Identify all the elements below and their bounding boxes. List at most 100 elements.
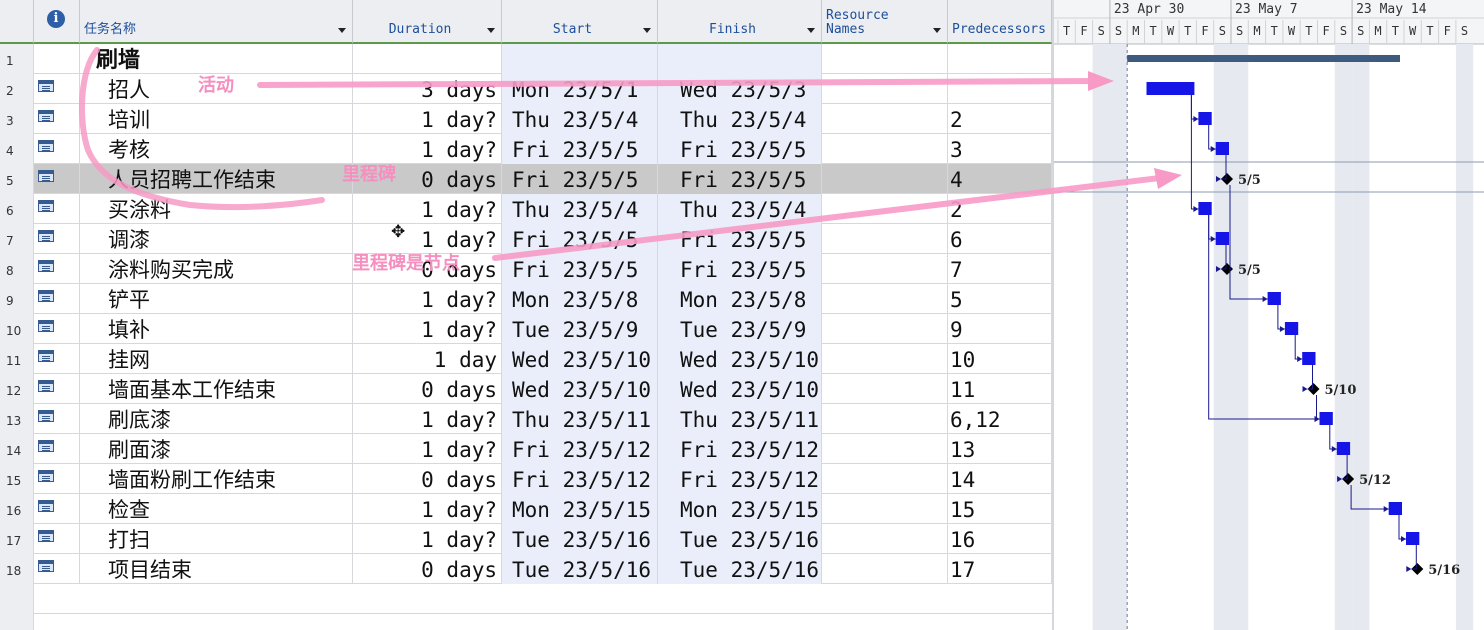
predecessors-cell[interactable]: 9	[948, 314, 1052, 344]
task-row[interactable]: 4 考核 1 day? Fri 23/5/5 Fri 23/5/5 3	[0, 134, 1052, 164]
row-number[interactable]: 5	[0, 164, 34, 194]
finish-cell[interactable]: Wed 23/5/10	[658, 344, 822, 374]
predecessors-cell[interactable]	[948, 74, 1052, 104]
resource-names-cell[interactable]	[822, 314, 948, 344]
predecessors-cell[interactable]: 5	[948, 284, 1052, 314]
finish-cell[interactable]: Wed 23/5/3	[658, 74, 822, 104]
task-name-cell[interactable]: 墙面粉刷工作结束	[80, 464, 353, 494]
finish-cell[interactable]: Tue 23/5/16	[658, 524, 822, 554]
predecessors-cell[interactable]: 2	[948, 194, 1052, 224]
predecessors-cell[interactable]: 6,12	[948, 404, 1052, 434]
resource-names-cell[interactable]	[822, 224, 948, 254]
start-cell[interactable]: Fri 23/5/12	[502, 464, 658, 494]
task-name-cell[interactable]: 调漆	[80, 224, 353, 254]
task-name-cell[interactable]: 买涂料	[80, 194, 353, 224]
task-row[interactable]: 7 调漆 1 day? Fri 23/5/5 Fri 23/5/5 6	[0, 224, 1052, 254]
predecessors-header[interactable]: Predecessors	[948, 0, 1052, 44]
duration-cell[interactable]: 1 day?	[353, 404, 502, 434]
row-number[interactable]: 12	[0, 374, 34, 404]
duration-cell[interactable]: 1 day?	[353, 194, 502, 224]
resource-names-cell[interactable]	[822, 554, 948, 584]
row-number[interactable]: 11	[0, 344, 34, 374]
task-name-cell[interactable]: 打扫	[80, 524, 353, 554]
duration-cell[interactable]: 1 day?	[353, 524, 502, 554]
duration-cell[interactable]: 1 day?	[353, 314, 502, 344]
row-number[interactable]: 2	[0, 74, 34, 104]
dropdown-arrow-icon[interactable]	[338, 28, 346, 33]
start-cell[interactable]: Mon 23/5/8	[502, 284, 658, 314]
start-cell[interactable]: Mon 23/5/15	[502, 494, 658, 524]
row-number[interactable]: 3	[0, 104, 34, 134]
resource-names-cell[interactable]	[822, 404, 948, 434]
task-name-cell[interactable]: 刷面漆	[80, 434, 353, 464]
duration-cell[interactable]	[353, 44, 502, 74]
resource-names-cell[interactable]	[822, 374, 948, 404]
finish-cell[interactable]: Mon 23/5/15	[658, 494, 822, 524]
dropdown-arrow-icon[interactable]	[933, 28, 941, 33]
predecessors-cell[interactable]: 17	[948, 554, 1052, 584]
row-number[interactable]: 9	[0, 284, 34, 314]
row-number[interactable]: 18	[0, 554, 34, 584]
predecessors-cell[interactable]: 4	[948, 164, 1052, 194]
resource-names-cell[interactable]	[822, 104, 948, 134]
task-name-cell[interactable]: 考核	[80, 134, 353, 164]
start-cell[interactable]: Fri 23/5/12	[502, 434, 658, 464]
predecessors-cell[interactable]: 16	[948, 524, 1052, 554]
resource-names-cell[interactable]	[822, 524, 948, 554]
predecessors-cell[interactable]: 3	[948, 134, 1052, 164]
row-number[interactable]: 1	[0, 44, 34, 74]
task-row[interactable]: 2 招人 3 days Mon 23/5/1 Wed 23/5/3	[0, 74, 1052, 104]
task-row[interactable]: 17 打扫 1 day? Tue 23/5/16 Tue 23/5/16 16	[0, 524, 1052, 554]
finish-cell[interactable]: Fri 23/5/12	[658, 464, 822, 494]
finish-cell[interactable]: Mon 23/5/8	[658, 284, 822, 314]
task-row[interactable]: 5 人员招聘工作结束 0 days Fri 23/5/5 Fri 23/5/5 4	[0, 164, 1052, 194]
row-number[interactable]: 16	[0, 494, 34, 524]
task-row[interactable]: 16 检查 1 day? Mon 23/5/15 Mon 23/5/15 15	[0, 494, 1052, 524]
start-cell[interactable]: Fri 23/5/5	[502, 224, 658, 254]
finish-cell[interactable]: Fri 23/5/5	[658, 134, 822, 164]
task-name-cell[interactable]: 人员招聘工作结束	[80, 164, 353, 194]
start-cell[interactable]	[502, 44, 658, 74]
duration-cell[interactable]: 1 day?	[353, 494, 502, 524]
dropdown-arrow-icon[interactable]	[643, 28, 651, 33]
row-number[interactable]: 15	[0, 464, 34, 494]
finish-cell[interactable]: Fri 23/5/5	[658, 224, 822, 254]
task-row[interactable]: 15 墙面粉刷工作结束 0 days Fri 23/5/12 Fri 23/5/12 14	[0, 464, 1052, 494]
resource-names-cell[interactable]	[822, 434, 948, 464]
duration-cell[interactable]: 0 days	[353, 554, 502, 584]
resource-names-cell[interactable]	[822, 134, 948, 164]
row-number[interactable]: 10	[0, 314, 34, 344]
empty-row[interactable]	[0, 614, 1052, 630]
task-name-cell[interactable]: 刷墙	[80, 44, 353, 74]
finish-cell[interactable]: Tue 23/5/16	[658, 554, 822, 584]
finish-cell[interactable]: Thu 23/5/11	[658, 404, 822, 434]
predecessors-cell[interactable]: 2	[948, 104, 1052, 134]
task-name-cell[interactable]: 填补	[80, 314, 353, 344]
resource-names-cell[interactable]	[822, 284, 948, 314]
task-row[interactable]: 11 挂网 1 day Wed 23/5/10 Wed 23/5/10 10	[0, 344, 1052, 374]
row-number[interactable]: 13	[0, 404, 34, 434]
task-row[interactable]: 3 培训 1 day? Thu 23/5/4 Thu 23/5/4 2	[0, 104, 1052, 134]
start-cell[interactable]: Fri 23/5/5	[502, 164, 658, 194]
task-name-cell[interactable]: 项目结束	[80, 554, 353, 584]
finish-cell[interactable]: Fri 23/5/12	[658, 434, 822, 464]
start-cell[interactable]: Thu 23/5/11	[502, 404, 658, 434]
resource-names-cell[interactable]	[822, 344, 948, 374]
row-number[interactable]: 6	[0, 194, 34, 224]
row-number[interactable]: 7	[0, 224, 34, 254]
resource-names-cell[interactable]	[822, 44, 948, 74]
start-cell[interactable]: Fri 23/5/5	[502, 254, 658, 284]
resource-names-header[interactable]: Resource Names	[822, 0, 948, 44]
task-row[interactable]: 14 刷面漆 1 day? Fri 23/5/12 Fri 23/5/12 13	[0, 434, 1052, 464]
task-name-header[interactable]: 任务名称	[80, 0, 353, 44]
duration-cell[interactable]: 0 days	[353, 374, 502, 404]
duration-cell[interactable]: 1 day?	[353, 434, 502, 464]
task-row[interactable]: 8 涂料购买完成 0 days Fri 23/5/5 Fri 23/5/5 7	[0, 254, 1052, 284]
predecessors-cell[interactable]: 10	[948, 344, 1052, 374]
predecessors-cell[interactable]: 6	[948, 224, 1052, 254]
task-row[interactable]: 1 刷墙	[0, 44, 1052, 74]
finish-cell[interactable]: Tue 23/5/9	[658, 314, 822, 344]
predecessors-cell[interactable]: 7	[948, 254, 1052, 284]
start-cell[interactable]: Tue 23/5/16	[502, 554, 658, 584]
task-name-cell[interactable]: 挂网	[80, 344, 353, 374]
